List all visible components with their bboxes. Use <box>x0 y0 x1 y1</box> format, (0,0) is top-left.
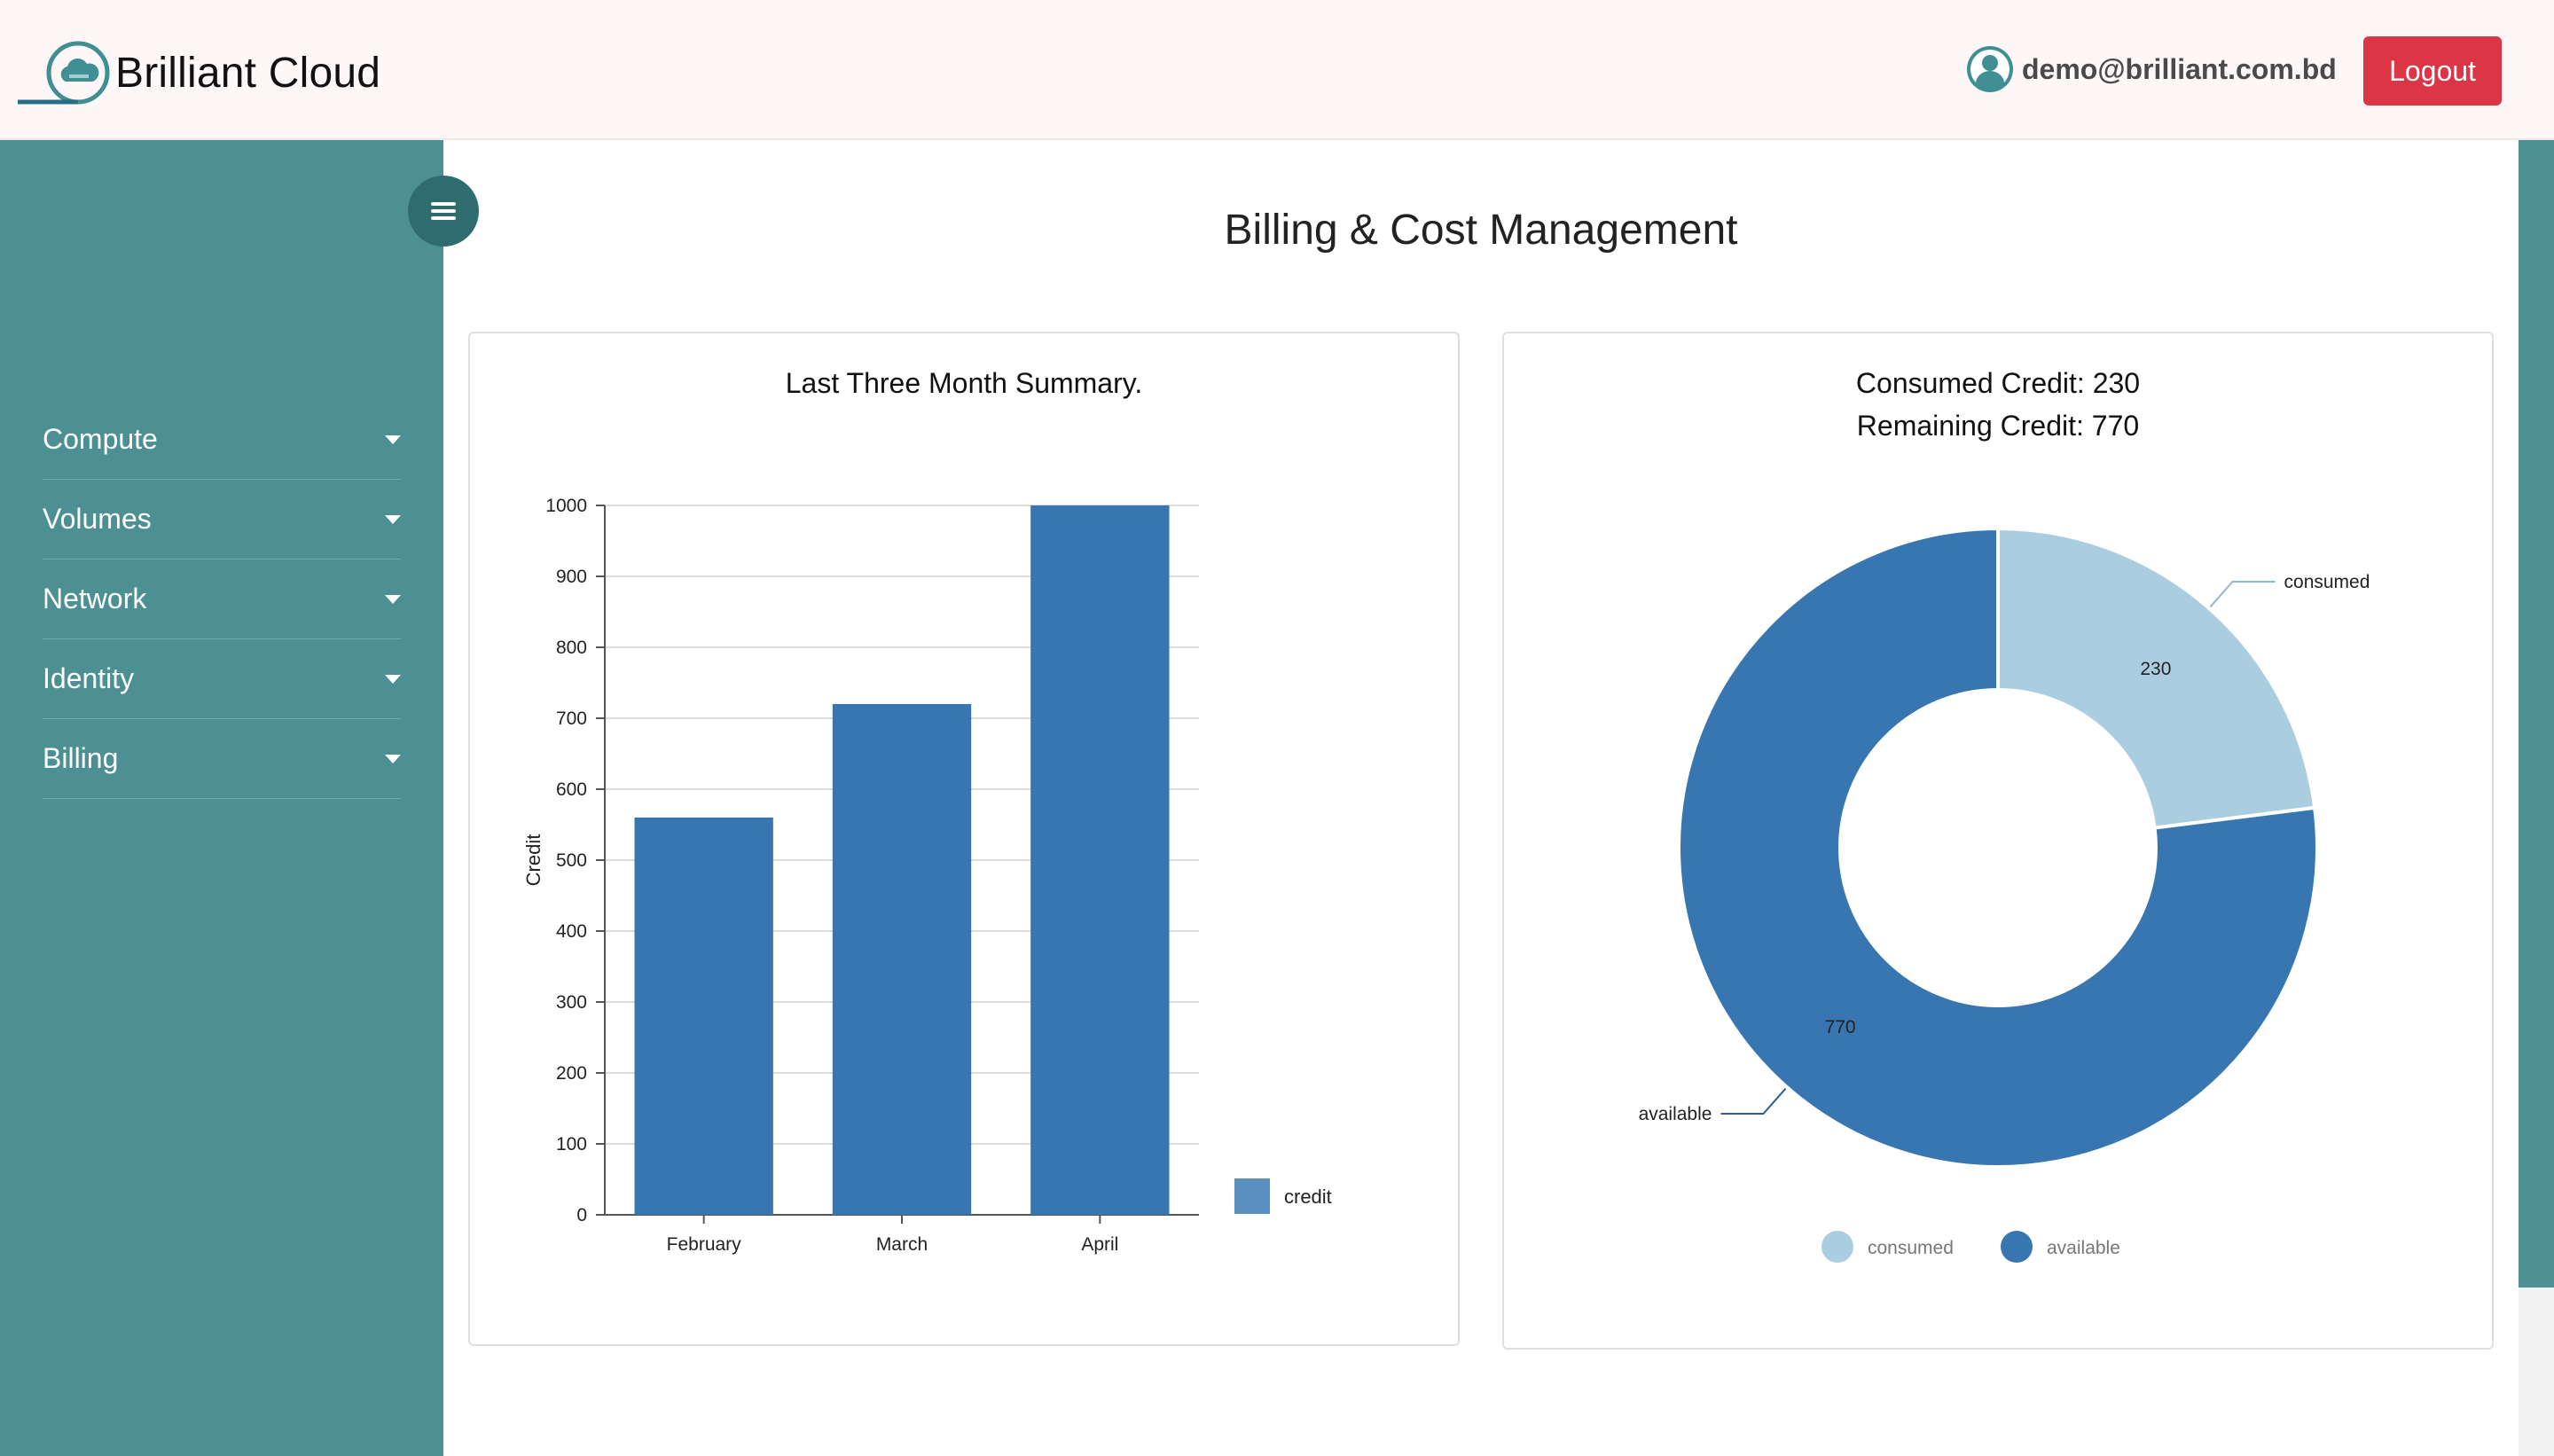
caret-down-icon <box>385 594 401 604</box>
top-navbar: Brilliant Cloud demo@brilliant.com.bd Lo… <box>0 0 2554 140</box>
slice-leader-line <box>2209 580 2276 608</box>
y-tick-label: 0 <box>576 1205 587 1225</box>
y-tick-label: 1000 <box>545 496 587 516</box>
sidebar: Compute Volumes Network Identity Billing <box>0 140 443 1456</box>
bar <box>634 818 773 1215</box>
y-tick-label: 900 <box>556 567 587 587</box>
y-tick-label: 700 <box>556 708 587 729</box>
slice-label: available <box>1639 1104 1712 1124</box>
y-tick-label: 200 <box>556 1063 587 1084</box>
chart-title: Last Three Month Summary. <box>786 367 1143 399</box>
legend-label: available <box>2047 1238 2120 1258</box>
y-tick-label: 800 <box>556 638 587 658</box>
sidebar-item-label: Network <box>43 583 147 614</box>
sidebar-item-label: Volumes <box>43 503 152 535</box>
y-tick-label: 500 <box>556 850 587 871</box>
sidebar-item-network[interactable]: Network <box>43 560 401 639</box>
legend-dot <box>2001 1231 2033 1263</box>
sidebar-item-volumes[interactable]: Volumes <box>43 480 401 560</box>
sidebar-item-billing[interactable]: Billing <box>43 719 401 799</box>
legend-label: consumed <box>1868 1238 1954 1258</box>
consumed-credit-text: Consumed Credit: 230 <box>1856 367 2140 399</box>
sidebar-menu: Compute Volumes Network Identity Billing <box>43 400 401 799</box>
legend-dot <box>1821 1231 1853 1263</box>
sidebar-toggle-button[interactable] <box>408 176 479 247</box>
hamburger-icon <box>431 202 456 220</box>
slice-value-label: 770 <box>1825 1017 1856 1037</box>
caret-down-icon <box>385 674 401 684</box>
x-tick-label: March <box>876 1234 928 1255</box>
caret-down-icon <box>385 434 401 444</box>
legend-swatch <box>1234 1178 1270 1214</box>
scrollbar-thumb[interactable] <box>2519 140 2554 1288</box>
y-tick-label: 400 <box>556 921 587 942</box>
bar <box>1030 505 1170 1215</box>
user-email: demo@brilliant.com.bd <box>2022 52 2337 85</box>
legend-label: credit <box>1284 1186 1332 1208</box>
sidebar-item-label: Identity <box>43 662 135 694</box>
caret-down-icon <box>385 514 401 524</box>
sidebar-item-label: Billing <box>43 742 119 774</box>
sidebar-item-label: Compute <box>43 423 158 455</box>
bar-chart-card: Last Three Month Summary. 0 100 200 300 400 50… <box>468 332 1460 1346</box>
y-tick-label: 100 <box>556 1134 587 1155</box>
slice-label: consumed <box>2284 572 2370 592</box>
sidebar-item-compute[interactable]: Compute <box>43 400 401 480</box>
bar-chart: Last Three Month Summary. 0 100 200 300 400 50… <box>522 367 1332 1255</box>
bar <box>832 704 972 1215</box>
remaining-credit-text: Remaining Credit: 770 <box>1857 410 2139 442</box>
x-tick-label: February <box>667 1234 742 1255</box>
caret-down-icon <box>385 754 401 763</box>
x-tick-label: April <box>1081 1234 1118 1255</box>
slice-value-label: 230 <box>2140 659 2171 679</box>
y-axis-label: Credit <box>522 834 544 887</box>
sidebar-item-identity[interactable]: Identity <box>43 639 401 719</box>
brand-name: Brilliant Cloud <box>115 49 381 97</box>
brand[interactable]: Brilliant Cloud <box>16 39 380 106</box>
page-title: Billing & Cost Management <box>1224 207 1738 254</box>
user-account[interactable]: demo@brilliant.com.bd <box>1965 44 2337 94</box>
logout-button[interactable]: Logout <box>2363 36 2502 106</box>
slice-leader-line <box>1720 1087 1787 1115</box>
cloud-logo-icon <box>18 41 110 105</box>
user-avatar-icon <box>1967 46 2013 92</box>
donut-chart: Consumed Credit: 230 Remaining Credit: 77… <box>1639 367 2370 1263</box>
y-tick-label: 600 <box>556 779 587 800</box>
y-tick-label: 300 <box>556 992 587 1013</box>
donut-chart-card: Consumed Credit: 230 Remaining Credit: 77… <box>1502 332 2494 1350</box>
